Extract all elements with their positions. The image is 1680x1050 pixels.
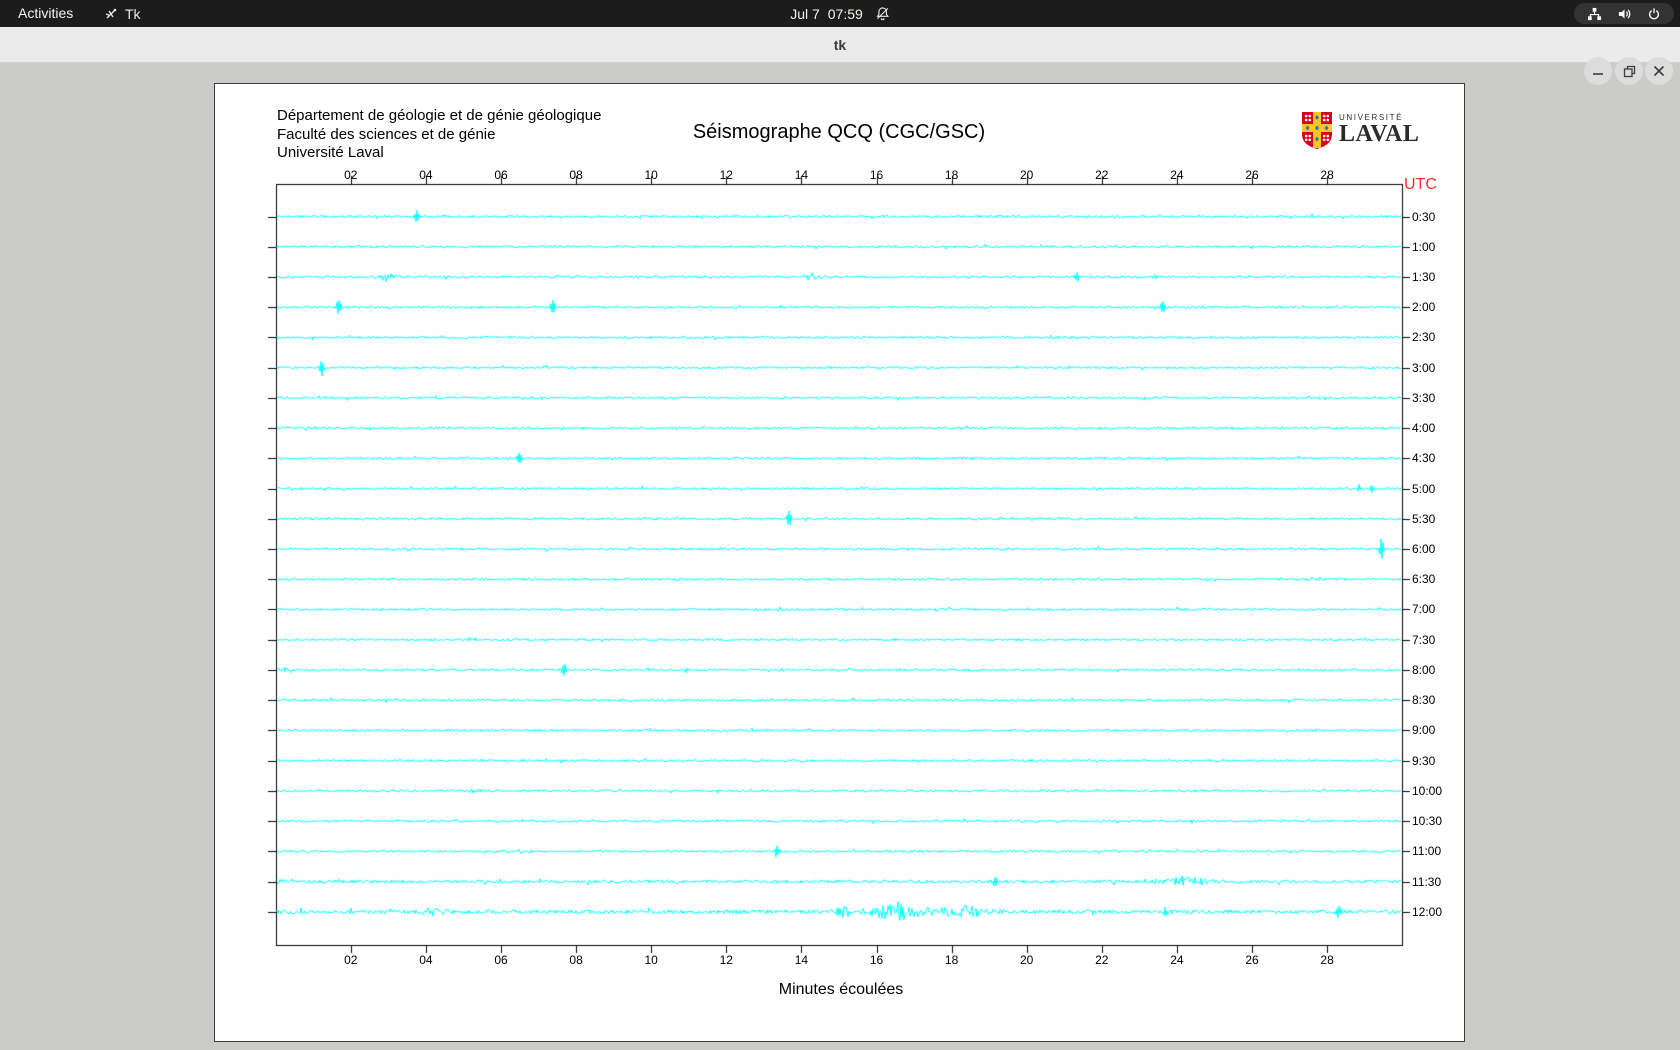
time-label: 3:00 <box>1412 360 1436 375</box>
time-label: 6:00 <box>1412 542 1436 557</box>
x-tick-label-bottom: 06 <box>494 953 508 967</box>
x-tick-label-bottom: 24 <box>1170 953 1184 967</box>
x-tick-label-top: 06 <box>494 168 508 182</box>
window-title: tk <box>833 37 847 53</box>
time-label: 9:30 <box>1412 753 1436 768</box>
universite-laval-logo: UNIVERSITÉ LAVAL <box>1301 111 1419 150</box>
window-titlebar[interactable]: tk <box>0 27 1680 85</box>
clock-menu[interactable]: Jul 7 07:59 <box>790 0 890 27</box>
gnome-top-bar: Activities Tk Jul 7 07:59 <box>0 0 1680 27</box>
x-tick-label-bottom: 02 <box>344 953 358 967</box>
clock-date: Jul 7 <box>790 5 820 22</box>
x-tick-label-top: 28 <box>1320 168 1334 182</box>
time-label: 12:00 <box>1412 904 1443 919</box>
notifications-muted-icon <box>875 6 890 21</box>
time-label: 0:30 <box>1412 209 1436 224</box>
x-tick-label-top: 16 <box>869 168 884 182</box>
x-tick-label-top: 02 <box>344 168 358 182</box>
seismograph-window: Département de géologie et de génie géol… <box>214 83 1466 1043</box>
time-label: 3:30 <box>1412 390 1436 405</box>
time-label: 4:30 <box>1412 451 1436 466</box>
x-tick-label-top: 04 <box>419 168 433 182</box>
time-label: 8:30 <box>1412 693 1436 708</box>
x-tick-label-bottom: 20 <box>1020 953 1034 967</box>
focused-app-label: Tk <box>125 5 141 22</box>
x-tick-label-top: 12 <box>719 168 733 182</box>
x-tick-label-bottom: 18 <box>944 953 959 967</box>
x-tick-label-bottom: 28 <box>1320 953 1334 967</box>
x-tick-label-bottom: 22 <box>1095 953 1109 967</box>
close-button[interactable] <box>1645 57 1673 85</box>
maximize-button[interactable] <box>1615 57 1643 85</box>
x-tick-label-top: 22 <box>1095 168 1109 182</box>
x-tick-label-top: 24 <box>1170 168 1184 182</box>
focused-app-menu[interactable]: Tk <box>104 0 141 27</box>
x-tick-label-bottom: 26 <box>1245 953 1259 967</box>
logo-laval-text: LAVAL <box>1339 121 1420 147</box>
time-label: 6:30 <box>1412 572 1436 587</box>
time-label: 10:30 <box>1412 814 1443 829</box>
time-label: 1:00 <box>1412 239 1436 254</box>
x-tick-label-top: 18 <box>944 168 959 182</box>
x-tick-label-top: 26 <box>1245 168 1259 182</box>
time-label: 1:30 <box>1412 269 1436 284</box>
plot-title: Séismographe QCQ (CGC/GSC) <box>692 121 986 143</box>
x-tick-label-bottom: 12 <box>719 953 733 967</box>
time-label: 7:00 <box>1412 602 1436 617</box>
time-label: 4:00 <box>1412 421 1436 436</box>
header-line-3: Université Laval <box>277 144 384 161</box>
x-tick-label-bottom: 14 <box>794 953 809 967</box>
time-label: 9:00 <box>1412 723 1436 738</box>
time-label: 2:00 <box>1412 300 1436 315</box>
x-tick-label-bottom: 10 <box>644 953 658 967</box>
time-label: 7:30 <box>1412 632 1436 647</box>
time-label: 8:00 <box>1412 662 1436 677</box>
activities-button[interactable]: Activities <box>18 0 73 27</box>
x-tick-label-top: 20 <box>1020 168 1034 182</box>
system-status-area[interactable] <box>1574 3 1674 24</box>
power-icon <box>1647 7 1661 21</box>
time-label: 10:00 <box>1412 783 1443 798</box>
laval-shield-icon <box>1301 111 1333 150</box>
desktop-background: Département de géologie et de génie géol… <box>0 63 1680 1050</box>
tk-app-icon <box>104 7 118 21</box>
time-label: 5:30 <box>1412 511 1436 526</box>
time-label: 11:30 <box>1412 874 1442 889</box>
clock-time: 07:59 <box>827 5 863 22</box>
x-tick-label-bottom: 08 <box>569 953 583 967</box>
x-tick-label-bottom: 04 <box>419 953 433 967</box>
time-label: 5:00 <box>1412 481 1436 496</box>
time-label: 2:30 <box>1412 330 1436 345</box>
x-axis-title: Minutes écoulées <box>778 981 904 998</box>
minimize-button[interactable] <box>1584 57 1612 85</box>
utc-axis-label: UTC <box>1404 176 1437 193</box>
network-wired-icon <box>1587 7 1602 21</box>
volume-icon <box>1617 7 1632 21</box>
time-label: 11:00 <box>1412 844 1442 859</box>
x-tick-label-top: 10 <box>644 168 658 182</box>
x-tick-label-top: 08 <box>569 168 583 182</box>
seismogram-plot <box>215 84 1466 1043</box>
x-tick-label-bottom: 16 <box>869 953 884 967</box>
x-tick-label-top: 14 <box>794 168 809 182</box>
